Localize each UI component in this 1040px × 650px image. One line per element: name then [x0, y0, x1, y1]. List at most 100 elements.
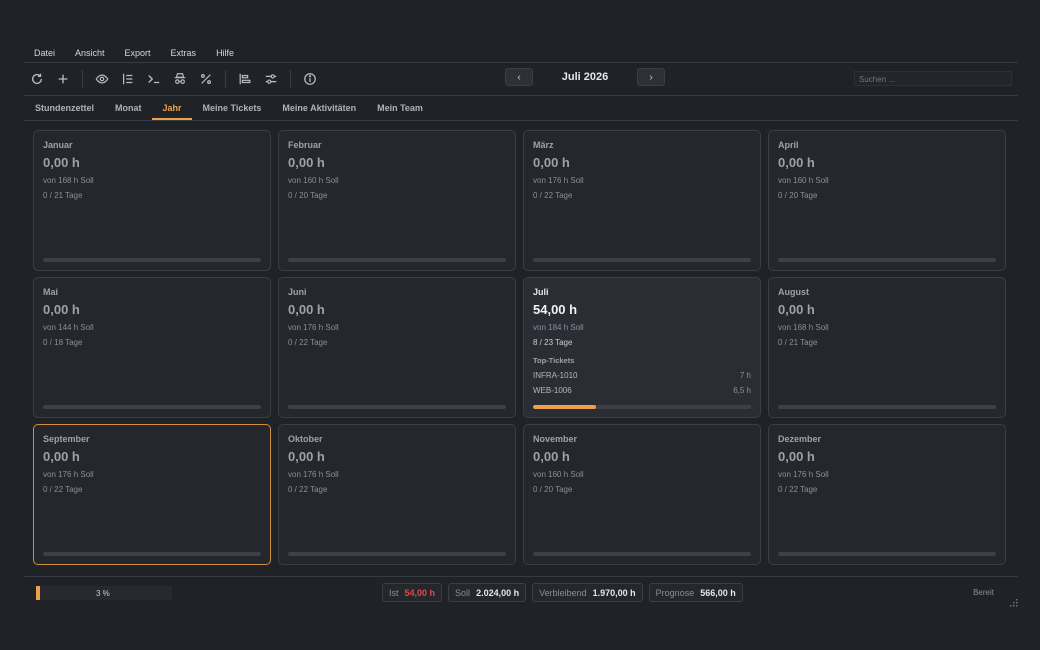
- month-name: Mai: [43, 287, 59, 297]
- year-progress-bar: 3 %: [36, 586, 172, 600]
- stat-forecast-value: 566,00 h: [700, 587, 736, 598]
- month-card-5[interactable]: Mai 0,00 h von 144 h Soll 0 / 18 Tage: [33, 277, 271, 418]
- month-soll: von 160 h Soll: [288, 176, 339, 185]
- month-card-10[interactable]: Oktober 0,00 h von 176 h Soll 0 / 22 Tage: [278, 424, 516, 565]
- month-name: Oktober: [288, 434, 323, 444]
- tab-monat[interactable]: Monat: [104, 96, 152, 120]
- month-hours: 0,00 h: [288, 155, 325, 170]
- month-card-2[interactable]: Februar 0,00 h von 160 h Soll 0 / 20 Tage: [278, 130, 516, 271]
- month-name: September: [43, 434, 90, 444]
- month-days: 0 / 22 Tage: [288, 338, 328, 347]
- month-card-9[interactable]: September 0,00 h von 176 h Soll 0 / 22 Tage: [33, 424, 271, 565]
- month-card-6[interactable]: Juni 0,00 h von 176 h Soll 0 / 22 Tage: [278, 277, 516, 418]
- sliders-icon: [265, 74, 277, 84]
- month-soll: von 168 h Soll: [43, 176, 94, 185]
- period-title: Juli 2026: [561, 71, 609, 83]
- month-soll: von 176 h Soll: [778, 470, 829, 479]
- tab-meine-tickets[interactable]: Meine Tickets: [192, 96, 272, 120]
- month-name: November: [533, 434, 578, 444]
- month-card-4[interactable]: April 0,00 h von 160 h Soll 0 / 20 Tage: [768, 130, 1006, 271]
- tab-jahr[interactable]: Jahr: [151, 96, 192, 120]
- month-progress-bar: [288, 405, 506, 409]
- toolbar-divider: [82, 70, 83, 88]
- refresh-button[interactable]: [24, 67, 50, 91]
- month-card-11[interactable]: November 0,00 h von 160 h Soll 0 / 20 Tage: [523, 424, 761, 565]
- month-card-1[interactable]: Januar 0,00 h von 168 h Soll 0 / 21 Tage: [33, 130, 271, 271]
- month-progress-bar: [43, 552, 261, 556]
- month-card-12[interactable]: Dezember 0,00 h von 176 h Soll 0 / 22 Tage: [768, 424, 1006, 565]
- summary-stats: Ist 54,00 h Soll 2.024,00 h Verbleibend …: [382, 583, 749, 602]
- align-button[interactable]: [232, 67, 258, 91]
- stat-ist-label: Ist: [389, 587, 399, 598]
- search-input[interactable]: [854, 71, 1012, 86]
- stat-ist: Ist 54,00 h: [382, 583, 443, 602]
- month-hours: 0,00 h: [288, 449, 325, 464]
- month-progress-bar: [778, 552, 996, 556]
- ticket-hours: 6,5 h: [733, 386, 751, 395]
- year-progress-text: 3 %: [96, 589, 110, 598]
- tab-stundenzettel[interactable]: Stundenzettel: [24, 96, 104, 120]
- eye-icon: [95, 74, 109, 84]
- month-hours: 0,00 h: [288, 302, 325, 317]
- add-button[interactable]: [50, 67, 76, 91]
- incognito-button[interactable]: [167, 67, 193, 91]
- month-card-7[interactable]: Juli 54,00 h von 184 h Soll 8 / 23 Tage Top-…: [523, 277, 761, 418]
- tab-mein-team[interactable]: Mein Team: [366, 96, 433, 120]
- month-progress-bar: [533, 552, 751, 556]
- month-days: 0 / 21 Tage: [778, 338, 818, 347]
- toolbar-divider: [290, 70, 291, 88]
- previous-period-button[interactable]: ‹: [505, 68, 533, 86]
- stat-remaining-label: Verbleibend: [539, 587, 587, 598]
- terminal-icon: [148, 75, 160, 84]
- month-name: Juni: [288, 287, 307, 297]
- menu-ansicht[interactable]: Ansicht: [75, 48, 105, 58]
- month-progress-bar: [288, 258, 506, 262]
- period-navigator: ‹ Juli 2026 ›: [505, 68, 665, 86]
- month-name: Januar: [43, 140, 73, 150]
- month-name: Februar: [288, 140, 322, 150]
- month-soll: von 176 h Soll: [43, 470, 94, 479]
- menu-export[interactable]: Export: [125, 48, 151, 58]
- spy-icon: [174, 73, 186, 84]
- month-name: August: [778, 287, 809, 297]
- month-grid: Januar 0,00 h von 168 h Soll 0 / 21 Tage Feb…: [33, 130, 1007, 565]
- stat-forecast-label: Prognose: [655, 587, 695, 598]
- tab-meine-aktivitaeten[interactable]: Meine Aktivitäten: [271, 96, 366, 120]
- list-button[interactable]: [115, 67, 141, 91]
- resize-grip-icon[interactable]: [1010, 599, 1018, 607]
- month-progress-bar: [43, 258, 261, 262]
- app-window: Datei Ansicht Export Extras Hilfe ‹ Juli…: [24, 44, 1018, 612]
- month-progress-bar: [533, 405, 751, 409]
- month-soll: von 160 h Soll: [533, 470, 584, 479]
- toolbar-divider: [225, 70, 226, 88]
- month-soll: von 176 h Soll: [288, 470, 339, 479]
- top-ticket-row[interactable]: INFRA-1010 7 h: [533, 371, 751, 380]
- month-card-3[interactable]: März 0,00 h von 176 h Soll 0 / 22 Tage: [523, 130, 761, 271]
- settings-button[interactable]: [258, 67, 284, 91]
- menu-datei[interactable]: Datei: [34, 48, 55, 58]
- terminal-button[interactable]: [141, 67, 167, 91]
- month-hours: 54,00 h: [533, 302, 578, 317]
- info-button[interactable]: [297, 67, 323, 91]
- menu-hilfe[interactable]: Hilfe: [216, 48, 234, 58]
- month-progress-bar: [533, 258, 751, 262]
- toolbar: ‹ Juli 2026 ›: [24, 63, 1018, 95]
- top-ticket-row[interactable]: WEB-1006 6,5 h: [533, 386, 751, 395]
- refresh-icon: [31, 73, 43, 84]
- stat-soll-value: 2.024,00 h: [476, 587, 520, 598]
- month-hours: 0,00 h: [778, 155, 815, 170]
- year-progress-fill: [36, 586, 41, 600]
- percent-button[interactable]: [193, 67, 219, 91]
- menu-extras[interactable]: Extras: [171, 48, 197, 58]
- stat-remaining-value: 1.970,00 h: [592, 587, 636, 598]
- month-days: 0 / 20 Tage: [533, 485, 573, 494]
- month-card-8[interactable]: August 0,00 h von 168 h Soll 0 / 21 Tage: [768, 277, 1006, 418]
- month-hours: 0,00 h: [533, 449, 570, 464]
- next-period-button[interactable]: ›: [637, 68, 665, 86]
- view-button[interactable]: [89, 67, 115, 91]
- month-progress-bar: [778, 405, 996, 409]
- month-name: April: [778, 140, 799, 150]
- tab-bar: Stundenzettel Monat Jahr Meine Tickets M…: [24, 96, 1018, 120]
- month-days: 8 / 23 Tage: [533, 338, 573, 347]
- month-progress-bar: [778, 258, 996, 262]
